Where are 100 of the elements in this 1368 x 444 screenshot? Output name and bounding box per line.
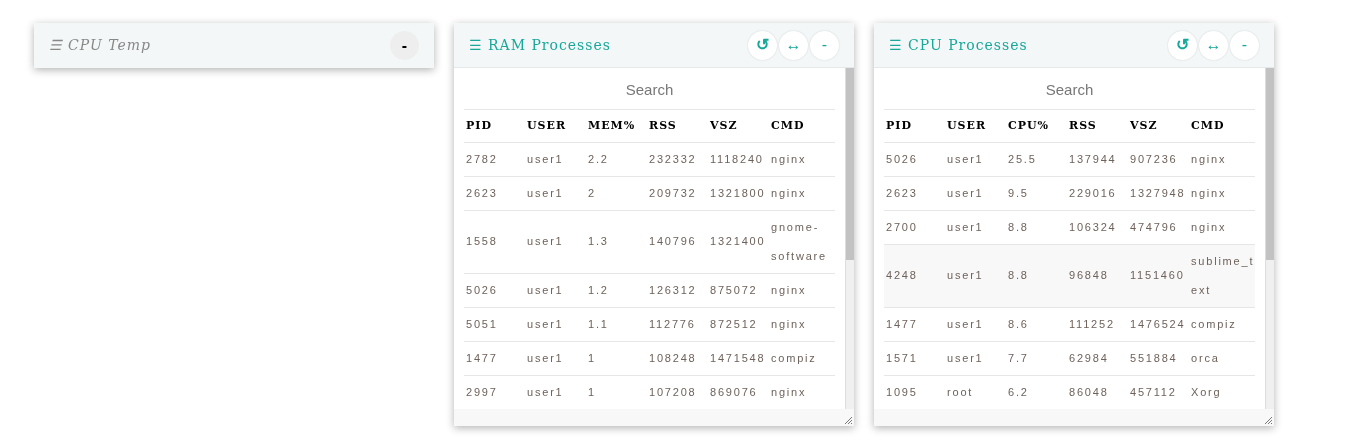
column-header: RSS bbox=[1067, 110, 1128, 142]
table-cell: nginx bbox=[1189, 176, 1255, 210]
table-cell: 1151460 bbox=[1128, 244, 1189, 307]
table-cell: 2.2 bbox=[586, 142, 647, 176]
table-row[interactable]: 1477 user1 1 108248 1471548 compiz bbox=[464, 341, 835, 375]
table-cell: 232332 bbox=[647, 142, 708, 176]
column-header: CMD bbox=[769, 110, 835, 142]
table-cell: 1476524 bbox=[1128, 307, 1189, 341]
table-cell: 5026 bbox=[884, 142, 945, 176]
resize-handle-icon[interactable] bbox=[844, 416, 853, 425]
table-cell: 7.7 bbox=[1006, 341, 1067, 375]
table-cell: 8.8 bbox=[1006, 244, 1067, 307]
column-header: PID bbox=[464, 110, 525, 142]
table-row[interactable]: 1571 user1 7.7 62984 551884 orca bbox=[884, 341, 1255, 375]
table-cell: 5026 bbox=[464, 273, 525, 307]
table-cell: 1571 bbox=[884, 341, 945, 375]
table-cell: 2700 bbox=[884, 210, 945, 244]
table-cell: 1.1 bbox=[586, 307, 647, 341]
table-cell: user1 bbox=[945, 176, 1006, 210]
column-header: MEM% bbox=[586, 110, 647, 142]
table-cell: 457112 bbox=[1128, 375, 1189, 409]
table-cell: nginx bbox=[769, 273, 835, 307]
table-cell: 1321400 bbox=[708, 210, 769, 273]
table-cell: 1.3 bbox=[586, 210, 647, 273]
table-cell: 2997 bbox=[464, 375, 525, 409]
table-cell: 126312 bbox=[647, 273, 708, 307]
table-cell: 1327948 bbox=[1128, 176, 1189, 210]
table-cell: 106324 bbox=[1067, 210, 1128, 244]
table-cell: 86048 bbox=[1067, 375, 1128, 409]
table-cell: nginx bbox=[769, 176, 835, 210]
table-cell: nginx bbox=[769, 375, 835, 409]
table-cell: 229016 bbox=[1067, 176, 1128, 210]
table-cell: nginx bbox=[1189, 142, 1255, 176]
table-cell: orca bbox=[1189, 341, 1255, 375]
scrollbar-thumb[interactable] bbox=[846, 68, 854, 260]
column-header: USER bbox=[525, 110, 586, 142]
column-header: RSS bbox=[647, 110, 708, 142]
table-cell: 551884 bbox=[1128, 341, 1189, 375]
table-row[interactable]: 2623 user1 9.5 229016 1327948 nginx bbox=[884, 176, 1255, 210]
column-header: USER bbox=[945, 110, 1006, 142]
table-cell: 474796 bbox=[1128, 210, 1189, 244]
table-row[interactable]: 2700 user1 8.8 106324 474796 nginx bbox=[884, 210, 1255, 244]
minimize-button[interactable]: - bbox=[390, 31, 419, 60]
table-cell: user1 bbox=[945, 244, 1006, 307]
table-cell: 25.5 bbox=[1006, 142, 1067, 176]
resize-handle-icon[interactable] bbox=[1264, 416, 1273, 425]
table-cell: 112776 bbox=[647, 307, 708, 341]
table-row[interactable]: 2782 user1 2.2 232332 1118240 nginx bbox=[464, 142, 835, 176]
table-cell: compiz bbox=[1189, 307, 1255, 341]
table-cell: nginx bbox=[769, 307, 835, 341]
table-cell: 8.8 bbox=[1006, 210, 1067, 244]
table-cell: user1 bbox=[945, 341, 1006, 375]
table-cell: 872512 bbox=[708, 307, 769, 341]
table-cell: 209732 bbox=[647, 176, 708, 210]
table-cell: 137944 bbox=[1067, 142, 1128, 176]
table-cell: 1 bbox=[586, 375, 647, 409]
table-cell: 1118240 bbox=[708, 142, 769, 176]
table-cell: 1471548 bbox=[708, 341, 769, 375]
table-cell: 1 bbox=[586, 341, 647, 375]
table-cell: 1095 bbox=[884, 375, 945, 409]
table-cell: 108248 bbox=[647, 341, 708, 375]
panel-title: RAM Processes bbox=[488, 35, 611, 55]
table-cell: 9.5 bbox=[1006, 176, 1067, 210]
table-row[interactable]: 1477 user1 8.6 111252 1476524 compiz bbox=[884, 307, 1255, 341]
table-cell: compiz bbox=[769, 341, 835, 375]
table-cell: 2623 bbox=[884, 176, 945, 210]
table-cell: 96848 bbox=[1067, 244, 1128, 307]
table-row[interactable]: 5026 user1 1.2 126312 875072 nginx bbox=[464, 273, 835, 307]
table-cell: user1 bbox=[525, 210, 586, 273]
scrollbar-thumb[interactable] bbox=[1266, 68, 1274, 260]
table-cell: 1558 bbox=[464, 210, 525, 273]
table-cell: root bbox=[945, 375, 1006, 409]
table-cell: user1 bbox=[525, 375, 586, 409]
menu-icon[interactable]: ☰ bbox=[49, 35, 62, 56]
table-cell: 1477 bbox=[464, 341, 525, 375]
table-cell: 2623 bbox=[464, 176, 525, 210]
table-cell: user1 bbox=[525, 176, 586, 210]
table-cell: 1477 bbox=[884, 307, 945, 341]
table-cell: 4248 bbox=[884, 244, 945, 307]
panel-title: CPU Temp bbox=[68, 36, 151, 55]
table-cell: user1 bbox=[525, 307, 586, 341]
table-cell: 6.2 bbox=[1006, 375, 1067, 409]
table-row[interactable]: 5026 user1 25.5 137944 907236 nginx bbox=[884, 142, 1255, 176]
table-row[interactable]: 2623 user1 2 209732 1321800 nginx bbox=[464, 176, 835, 210]
table-cell: nginx bbox=[769, 142, 835, 176]
table-cell: 8.6 bbox=[1006, 307, 1067, 341]
column-header: CMD bbox=[1189, 110, 1255, 142]
table-cell: 140796 bbox=[647, 210, 708, 273]
column-header: CPU% bbox=[1006, 110, 1067, 142]
table-cell: 107208 bbox=[647, 375, 708, 409]
table-cell: 875072 bbox=[708, 273, 769, 307]
table-cell: 2782 bbox=[464, 142, 525, 176]
table-cell: 1.2 bbox=[586, 273, 647, 307]
table-row[interactable]: 5051 user1 1.1 112776 872512 nginx bbox=[464, 307, 835, 341]
scrollbar[interactable] bbox=[845, 68, 854, 409]
column-header: VSZ bbox=[1128, 110, 1189, 142]
table-cell: user1 bbox=[525, 273, 586, 307]
scrollbar[interactable] bbox=[1265, 68, 1274, 409]
table-cell: Xorg bbox=[1189, 375, 1255, 409]
table-cell: 111252 bbox=[1067, 307, 1128, 341]
